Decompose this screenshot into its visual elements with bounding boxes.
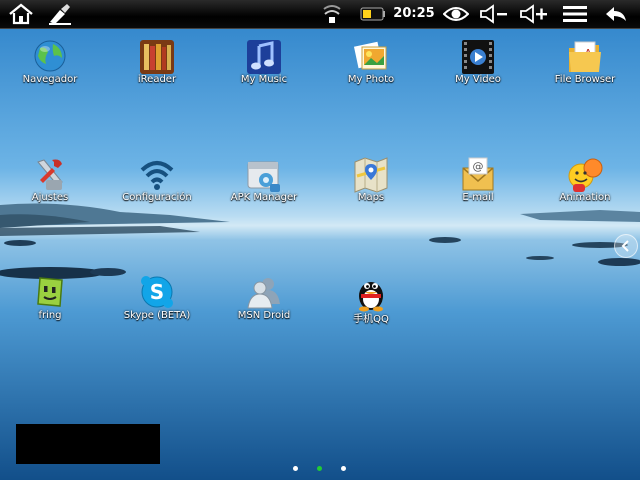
app-msn-droid[interactable]: MSN Droid [214, 274, 314, 372]
volume-down-icon[interactable] [476, 0, 512, 28]
app-my-video[interactable]: My Video [428, 38, 528, 136]
bookshelf-icon [140, 40, 174, 74]
package-icon [247, 161, 280, 192]
app-my-photo[interactable]: My Photo [321, 38, 421, 136]
app-label: Maps [357, 192, 385, 203]
app-label: My Music [240, 74, 288, 85]
home-icon[interactable] [2, 0, 40, 28]
film-icon [462, 40, 494, 74]
app-configuracion[interactable]: Configuración [107, 156, 207, 254]
app-email[interactable]: @ E-mail [428, 156, 528, 254]
app-skype[interactable]: S Skype (BETA) [107, 274, 207, 372]
app-label: 手机QQ [353, 314, 389, 325]
redacted-area [16, 424, 160, 464]
skype-icon: S [141, 276, 173, 308]
wifi-icon [140, 161, 174, 190]
svg-text:S: S [150, 280, 164, 304]
drawer-handle[interactable] [614, 234, 638, 258]
app-label: MSN Droid [237, 310, 291, 321]
back-icon[interactable] [598, 0, 634, 28]
app-label: iReader [137, 74, 177, 85]
tools-icon [37, 159, 63, 190]
globe-icon [34, 40, 66, 72]
envelope-icon: @ [462, 157, 494, 191]
page-dot-3[interactable] [341, 466, 346, 471]
eye-icon[interactable] [440, 0, 472, 28]
app-ireader[interactable]: iReader [107, 38, 207, 136]
app-file-browser[interactable]: A File Browser [535, 38, 635, 136]
app-label: File Browser [554, 74, 616, 85]
clock: 20:25 [393, 6, 435, 21]
penguin-icon [359, 282, 383, 312]
wifi-signal-icon [318, 0, 346, 28]
status-bar: 20:25 [0, 0, 640, 29]
app-label: fring [38, 310, 62, 321]
volume-up-icon[interactable] [516, 0, 552, 28]
app-qq[interactable]: 手机QQ [321, 274, 421, 372]
app-label: Skype (BETA) [123, 310, 191, 321]
app-maps[interactable]: Maps [321, 156, 421, 254]
app-label: Ajustes [31, 192, 69, 203]
folder-icon: A [569, 41, 601, 72]
app-label: Animation [559, 192, 611, 203]
app-label: Configuración [122, 192, 192, 203]
fring-icon [37, 277, 63, 307]
app-label: My Photo [347, 74, 395, 85]
app-label: Navegador [22, 74, 78, 85]
app-navegador[interactable]: Navegador [0, 38, 100, 136]
usb-debug-icon[interactable] [42, 0, 78, 28]
msn-buddies-icon [247, 278, 280, 309]
photos-icon [353, 41, 387, 70]
map-icon [354, 157, 388, 193]
page-dot-2-active[interactable] [317, 466, 322, 471]
app-ajustes[interactable]: Ajustes [0, 156, 100, 254]
app-label: E-mail [462, 192, 494, 203]
svg-text:@: @ [473, 160, 484, 173]
app-label: My Video [455, 74, 501, 85]
app-my-music[interactable]: My Music [214, 38, 314, 136]
page-dot-1[interactable] [293, 466, 298, 471]
smiley-icon [568, 158, 603, 192]
app-label: APK Manager [230, 192, 298, 203]
battery-icon [358, 0, 388, 28]
music-note-icon [247, 40, 281, 74]
chevron-left-icon [621, 240, 629, 252]
app-apk-manager[interactable]: APK Manager [214, 156, 314, 254]
menu-icon[interactable] [558, 0, 592, 28]
app-fring[interactable]: fring [0, 274, 100, 372]
